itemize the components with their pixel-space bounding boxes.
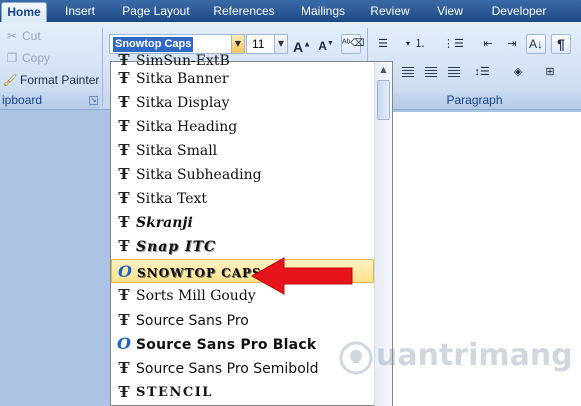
tab-developer[interactable]: Developer: [484, 2, 554, 22]
truetype-icon: Ŧ: [118, 286, 130, 304]
ribbon-tab-bar: Home Insert Page Layout References Maili…: [0, 0, 581, 22]
opentype-icon: O: [117, 334, 131, 353]
truetype-icon: Ŧ: [118, 93, 130, 111]
copy-icon: ❐: [6, 51, 18, 65]
truetype-icon: Ŧ: [118, 237, 130, 255]
opentype-icon: O: [118, 262, 132, 281]
font-option-sitka-display[interactable]: Ŧ Sitka Display: [111, 90, 374, 114]
font-option-sitka-small[interactable]: Ŧ Sitka Small: [111, 138, 374, 162]
font-option-label: Source Sans Pro Black: [136, 337, 317, 353]
font-option-label: STENCIL: [136, 385, 213, 400]
format-painter-button[interactable]: 🖌 Format Painter: [2, 71, 99, 89]
font-option-sitka-heading[interactable]: Ŧ Sitka Heading: [111, 114, 374, 138]
font-option-label: Sitka Display: [136, 95, 230, 111]
sort-az-icon: A↓: [528, 37, 543, 51]
multilevel-list-icon: ⋮☰: [443, 38, 464, 50]
red-arrow-annotation: [250, 257, 353, 295]
shading-button[interactable]: ◈: [508, 62, 528, 82]
numbered-list-icon: ⒈: [414, 38, 426, 50]
truetype-icon: Ŧ: [118, 141, 130, 159]
paint-bucket-icon: ◈: [513, 66, 523, 78]
font-option-label: Sitka Banner: [136, 71, 229, 87]
font-option-stencil[interactable]: Ŧ STENCIL: [111, 380, 374, 404]
clipboard-group-label: ipboard: [0, 93, 100, 109]
scroll-thumb[interactable]: [377, 80, 390, 120]
truetype-icon: Ŧ: [118, 383, 130, 401]
bullet-list-icon: ☰: [378, 38, 388, 50]
line-spacing-icon: ↕☰: [474, 66, 490, 78]
font-option-label: SNOWTOP CAPS: [137, 266, 262, 280]
font-option-label: Source Sans Pro: [136, 313, 249, 329]
font-option-label: Sitka Heading: [136, 119, 238, 135]
borders-button[interactable]: ⊞: [540, 62, 560, 82]
paragraph-group-label: Paragraph: [368, 93, 581, 109]
cut-button[interactable]: ✂ Cut: [4, 27, 41, 45]
truetype-icon: Ŧ: [118, 165, 130, 183]
align-left-button[interactable]: [398, 62, 418, 82]
bullets-button[interactable]: ☰: [373, 34, 393, 54]
justify-icon: [448, 67, 460, 77]
font-option-source-sans-pro-black[interactable]: O Source Sans Pro Black: [111, 332, 374, 356]
font-option-sitka-banner[interactable]: Ŧ Sitka Banner: [111, 66, 374, 90]
line-spacing-button[interactable]: ↕☰: [472, 62, 492, 82]
tab-home[interactable]: Home: [1, 2, 47, 22]
truetype-icon: Ŧ: [118, 69, 130, 87]
decrease-indent-icon: ⇤: [483, 38, 493, 50]
align-center-icon: [425, 67, 437, 77]
watermark-logo: uantrimang: [336, 330, 581, 390]
lightbulb-icon: [339, 341, 373, 375]
copy-button[interactable]: ❐ Copy: [4, 49, 50, 67]
tab-references[interactable]: References: [208, 2, 280, 22]
font-option-source-sans-pro[interactable]: Ŧ Source Sans Pro: [111, 308, 374, 332]
truetype-icon: Ŧ: [118, 311, 130, 329]
truetype-icon: Ŧ: [118, 213, 130, 231]
tab-mailings[interactable]: Mailings: [292, 2, 354, 22]
paintbrush-icon: 🖌: [2, 73, 18, 87]
font-option-label: Snap ITC: [136, 239, 217, 255]
font-option-label: Skranji: [136, 215, 193, 231]
font-option-sitka-subheading[interactable]: Ŧ Sitka Subheading: [111, 162, 374, 186]
truetype-icon: Ŧ: [118, 189, 130, 207]
increase-indent-icon: ⇥: [507, 38, 517, 50]
font-option-label: Sorts Mill Goudy: [136, 288, 256, 304]
font-option-skranji[interactable]: Ŧ Skranji: [111, 210, 374, 234]
font-option-snap-itc[interactable]: Ŧ Snap ITC: [111, 234, 374, 258]
truetype-icon: Ŧ: [118, 359, 130, 377]
font-option-label: Sitka Text: [136, 191, 208, 207]
border-grid-icon: ⊞: [545, 66, 555, 78]
numbering-button[interactable]: ⒈: [410, 34, 430, 54]
scissors-icon: ✂: [6, 29, 18, 43]
group-divider: [102, 28, 103, 106]
tab-insert[interactable]: Insert: [57, 2, 103, 22]
font-option-source-sans-pro-semibold[interactable]: Ŧ Source Sans Pro Semibold: [111, 356, 374, 380]
watermark-text: uantrimang: [376, 338, 573, 373]
font-option-label: Sitka Subheading: [136, 167, 262, 183]
increase-indent-button[interactable]: ⇥: [502, 34, 522, 54]
copy-label: Copy: [22, 51, 51, 65]
format-painter-label: Format Painter: [20, 73, 100, 87]
tab-review[interactable]: Review: [364, 2, 416, 22]
cut-label: Cut: [22, 29, 41, 43]
decrease-indent-button[interactable]: ⇤: [478, 34, 498, 54]
justify-button[interactable]: [444, 62, 464, 82]
sort-button[interactable]: A↓: [526, 34, 546, 54]
scroll-up-icon[interactable]: ▲: [376, 63, 391, 77]
tab-view[interactable]: View: [428, 2, 472, 22]
multilevel-list-button[interactable]: ⋮☰: [442, 34, 464, 54]
font-option-label: Sitka Small: [136, 143, 218, 159]
font-option-label: Source Sans Pro Semibold: [136, 361, 319, 377]
tab-page-layout[interactable]: Page Layout: [115, 2, 197, 22]
truetype-icon: Ŧ: [118, 117, 130, 135]
show-formatting-button[interactable]: ¶: [551, 34, 571, 54]
pilcrow-icon: ¶: [557, 36, 565, 52]
clipboard-launcher-icon[interactable]: ↘: [89, 96, 98, 105]
font-option-sitka-text[interactable]: Ŧ Sitka Text: [111, 186, 374, 210]
align-left-icon: [402, 67, 414, 77]
align-center-button[interactable]: [421, 62, 441, 82]
